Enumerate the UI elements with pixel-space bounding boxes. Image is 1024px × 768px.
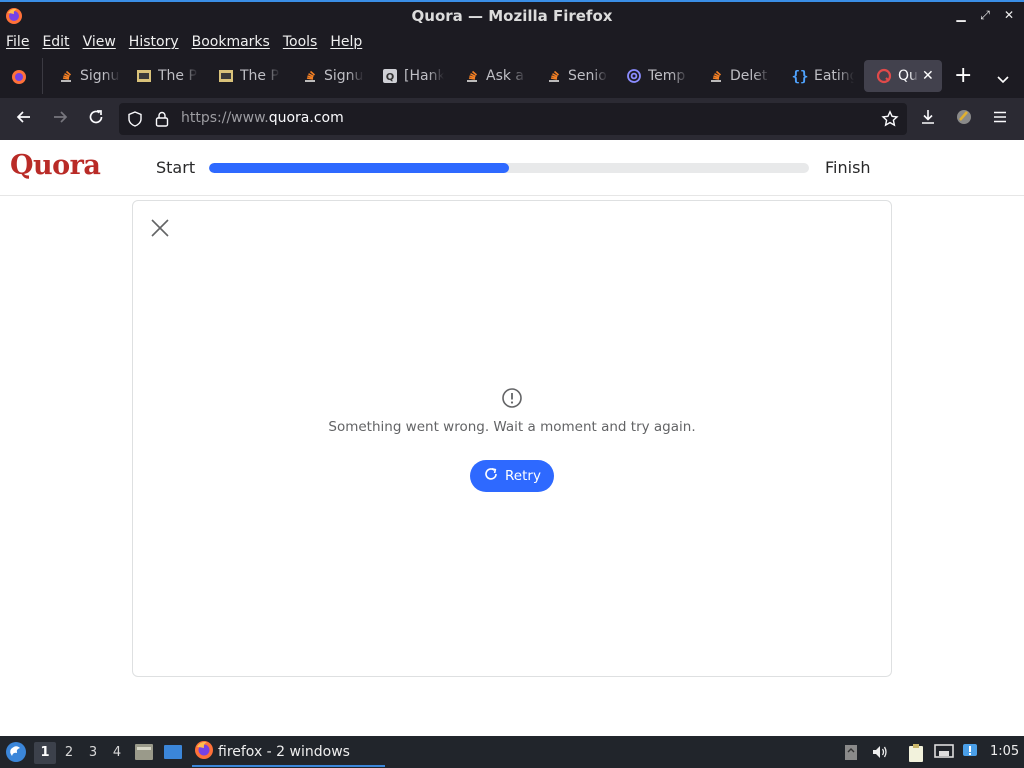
workspace-2[interactable]: 2 xyxy=(58,742,80,764)
quora-icon: Q xyxy=(382,68,398,84)
quora-header: Quora Start Finish xyxy=(0,140,1024,196)
page-content: Quora Start Finish Something went wrong.… xyxy=(0,140,1024,736)
bookmark-star-icon[interactable] xyxy=(881,110,899,132)
battery-icon[interactable] xyxy=(844,743,858,765)
stackoverflow-icon xyxy=(58,68,74,84)
film-icon xyxy=(218,68,234,84)
progress-bar-fill xyxy=(209,163,509,173)
close-window-icon[interactable]: ✕ xyxy=(1002,6,1016,24)
tab-bar: Signu The P The P Signu Q [Hank Ask a Se… xyxy=(0,54,1024,98)
menu-file[interactable]: File xyxy=(6,34,29,50)
tab-item[interactable]: Senio xyxy=(534,60,614,92)
extension-icon[interactable] xyxy=(955,108,973,130)
maximize-icon[interactable]: ⤢ xyxy=(978,6,992,24)
tab-item[interactable]: Delet xyxy=(696,60,776,92)
quora-logo[interactable]: Quora xyxy=(10,150,101,181)
menu-tools[interactable]: Tools xyxy=(283,34,318,50)
shield-icon[interactable] xyxy=(127,111,143,131)
back-arrow-icon[interactable] xyxy=(15,108,33,130)
progress-start-label: Start xyxy=(156,158,196,177)
desktop-icon[interactable] xyxy=(163,742,183,766)
retry-label: Retry xyxy=(505,468,541,484)
url-bar[interactable]: https://www.quora.com xyxy=(119,103,907,135)
notification-icon[interactable] xyxy=(962,743,980,765)
lock-icon[interactable] xyxy=(154,110,170,132)
svg-text:{}: {} xyxy=(792,69,808,84)
workspace-3[interactable]: 3 xyxy=(82,742,104,764)
hamburger-menu-icon[interactable] xyxy=(991,108,1009,130)
minimize-icon[interactable]: ▁ xyxy=(954,6,968,24)
firefox-view-icon[interactable] xyxy=(10,68,28,90)
quora-red-icon xyxy=(876,68,892,84)
tab-item[interactable]: Temp xyxy=(614,60,694,92)
taskbar-task-label: firefox - 2 windows xyxy=(218,744,350,760)
error-modal: Something went wrong. Wait a moment and … xyxy=(132,200,892,677)
retry-button[interactable]: Retry xyxy=(470,460,554,492)
clock: 1:05 xyxy=(990,744,1020,759)
nav-bar: https://www.quora.com xyxy=(0,98,1024,140)
braces-icon: {} xyxy=(792,68,809,85)
file-manager-icon[interactable] xyxy=(134,742,154,766)
stackoverflow-icon xyxy=(708,68,724,84)
stackoverflow-icon xyxy=(302,68,318,84)
close-icon[interactable] xyxy=(149,217,171,243)
tab-item[interactable]: Q [Hank xyxy=(370,60,450,92)
menu-bar: File Edit View History Bookmarks Tools H… xyxy=(0,30,1024,54)
refresh-icon xyxy=(483,466,499,486)
new-tab-icon[interactable]: + xyxy=(954,65,972,87)
tab-item[interactable]: Ask a xyxy=(452,60,532,92)
url-text[interactable]: https://www.quora.com xyxy=(181,110,344,126)
taskbar: 1 2 3 4 firefox - 2 windows 1:05 xyxy=(0,736,1024,768)
progress-bar xyxy=(209,163,809,173)
tab-item[interactable]: {} Eating xyxy=(780,60,860,92)
reload-icon[interactable] xyxy=(87,108,105,130)
film-icon xyxy=(136,68,152,84)
close-tab-icon[interactable]: ✕ xyxy=(922,68,934,84)
download-icon[interactable] xyxy=(919,108,937,130)
tab-item[interactable]: The P xyxy=(124,60,204,92)
clipboard-icon[interactable] xyxy=(907,743,925,767)
menu-history[interactable]: History xyxy=(129,34,179,50)
tab-item[interactable]: Signu xyxy=(290,60,370,92)
network-icon[interactable] xyxy=(934,743,954,765)
tab-item[interactable]: Signu xyxy=(46,60,126,92)
workspace-4[interactable]: 4 xyxy=(106,742,128,764)
start-menu-icon[interactable] xyxy=(4,740,28,768)
menu-bookmarks[interactable]: Bookmarks xyxy=(192,34,270,50)
chevron-down-icon[interactable] xyxy=(996,70,1010,89)
menu-help[interactable]: Help xyxy=(330,34,362,50)
svg-text:Q: Q xyxy=(386,72,395,83)
window-title: Quora — Mozilla Firefox xyxy=(411,7,613,25)
window-titlebar: Quora — Mozilla Firefox ▁ ⤢ ✕ xyxy=(0,0,1024,30)
forward-arrow-icon[interactable] xyxy=(51,108,69,130)
menu-view[interactable]: View xyxy=(83,34,116,50)
error-message: Something went wrong. Wait a moment and … xyxy=(328,419,696,435)
alert-circle-icon xyxy=(501,387,523,413)
at-icon xyxy=(626,68,642,84)
stackoverflow-icon xyxy=(464,68,480,84)
firefox-icon xyxy=(194,740,214,764)
tab-item-active[interactable]: Quo ✕ xyxy=(864,60,942,92)
stackoverflow-icon xyxy=(546,68,562,84)
tab-item[interactable]: The P xyxy=(206,60,286,92)
taskbar-firefox-task[interactable]: firefox - 2 windows xyxy=(192,739,385,767)
menu-edit[interactable]: Edit xyxy=(42,34,69,50)
tab-separator xyxy=(42,58,43,94)
workspace-1[interactable]: 1 xyxy=(34,742,56,764)
volume-icon[interactable] xyxy=(871,743,889,765)
progress-finish-label: Finish xyxy=(825,158,871,177)
